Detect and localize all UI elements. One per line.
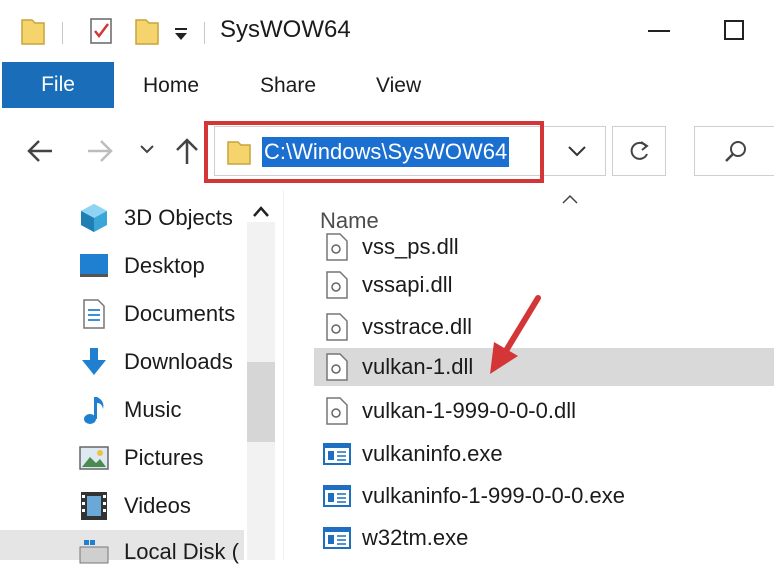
annotation-arrow-icon [490, 295, 541, 374]
tab-home[interactable]: Home [143, 74, 199, 98]
recent-locations-chevron-icon[interactable] [140, 144, 154, 154]
nav-item-downloads[interactable]: Downloads [76, 342, 233, 382]
file-name: vssapi.dll [362, 272, 453, 297]
nav-item-documents[interactable]: Documents [76, 294, 235, 334]
pictures-icon [76, 442, 112, 474]
nav-item-label: 3D Objects [124, 205, 233, 230]
minimize-button[interactable] [648, 30, 670, 32]
3d-objects-icon [76, 202, 112, 234]
separator [204, 22, 205, 44]
customize-toolbar-icon[interactable] [172, 26, 190, 42]
downloads-icon [76, 346, 112, 378]
file-name: vulkaninfo.exe [362, 441, 503, 466]
window-title: SysWOW64 [220, 16, 351, 43]
dll-file-icon [322, 311, 352, 343]
tab-view[interactable]: View [376, 74, 421, 98]
file-row[interactable]: vulkan-1-999-0-0-0.dll [314, 392, 774, 430]
tab-file[interactable]: File [2, 62, 114, 108]
dll-file-icon [322, 395, 352, 427]
exe-file-icon [322, 522, 352, 554]
exe-file-icon [322, 480, 352, 512]
dll-file-icon [322, 351, 352, 383]
file-row[interactable]: w32tm.exe [314, 519, 774, 557]
folder-icon[interactable] [20, 16, 46, 46]
local-disk-icon [76, 536, 112, 568]
dll-file-icon [322, 231, 352, 263]
nav-item-label: Downloads [124, 349, 233, 374]
nav-item-label: Pictures [124, 445, 204, 470]
nav-item-label: Documents [124, 301, 236, 326]
nav-item-desktop[interactable]: Desktop [76, 246, 205, 286]
forward-arrow-icon[interactable] [86, 138, 114, 164]
properties-icon[interactable] [88, 16, 114, 46]
file-name: vulkan-1-999-0-0-0.dll [362, 398, 576, 423]
pane-divider [283, 190, 284, 560]
tab-share[interactable]: Share [260, 74, 316, 98]
sort-ascending-chevron-icon [562, 194, 578, 204]
desktop-icon [76, 250, 112, 282]
file-name: vsstrace.dll [362, 314, 473, 339]
file-name: vulkan-1.dll [362, 354, 474, 379]
refresh-button[interactable] [612, 126, 666, 176]
nav-item-label: Videos [124, 493, 191, 518]
nav-item-3d-objects[interactable]: 3D Objects [76, 198, 233, 238]
nav-item-pictures[interactable]: Pictures [76, 438, 203, 478]
nav-item-label: Music [124, 397, 182, 422]
videos-icon [76, 490, 112, 522]
up-arrow-icon[interactable] [174, 136, 200, 166]
dll-file-icon [322, 269, 352, 301]
file-name: vulkaninfo-1-999-0-0-0.exe [362, 483, 625, 508]
annotation-highlight-box [204, 121, 544, 183]
separator [62, 22, 63, 44]
file-row[interactable]: vulkaninfo-1-999-0-0-0.exe [314, 477, 774, 515]
nav-item-videos[interactable]: Videos [76, 486, 191, 526]
back-arrow-icon[interactable] [26, 138, 54, 164]
file-name: vss_ps.dll [362, 234, 459, 259]
exe-file-icon [322, 438, 352, 470]
documents-icon [76, 298, 112, 330]
refresh-icon [630, 141, 649, 160]
nav-item-local-disk[interactable]: Local Disk ( [76, 532, 239, 572]
file-name: w32tm.exe [362, 525, 469, 550]
nav-item-label: Local Disk ( [124, 539, 239, 564]
music-icon [76, 394, 112, 426]
search-icon [725, 141, 746, 162]
nav-item-label: Desktop [124, 253, 205, 278]
maximize-button[interactable] [724, 20, 744, 40]
scroll-up-arrow-icon[interactable] [252, 206, 270, 218]
nav-item-music[interactable]: Music [76, 390, 181, 430]
file-row[interactable]: vss_ps.dll [314, 228, 774, 266]
new-folder-icon[interactable] [134, 16, 160, 46]
nav-pane-scrollbar-thumb[interactable] [247, 362, 275, 442]
address-dropdown-chevron-icon[interactable] [568, 145, 586, 157]
search-box[interactable] [694, 126, 774, 176]
file-row[interactable]: vulkaninfo.exe [314, 435, 774, 473]
